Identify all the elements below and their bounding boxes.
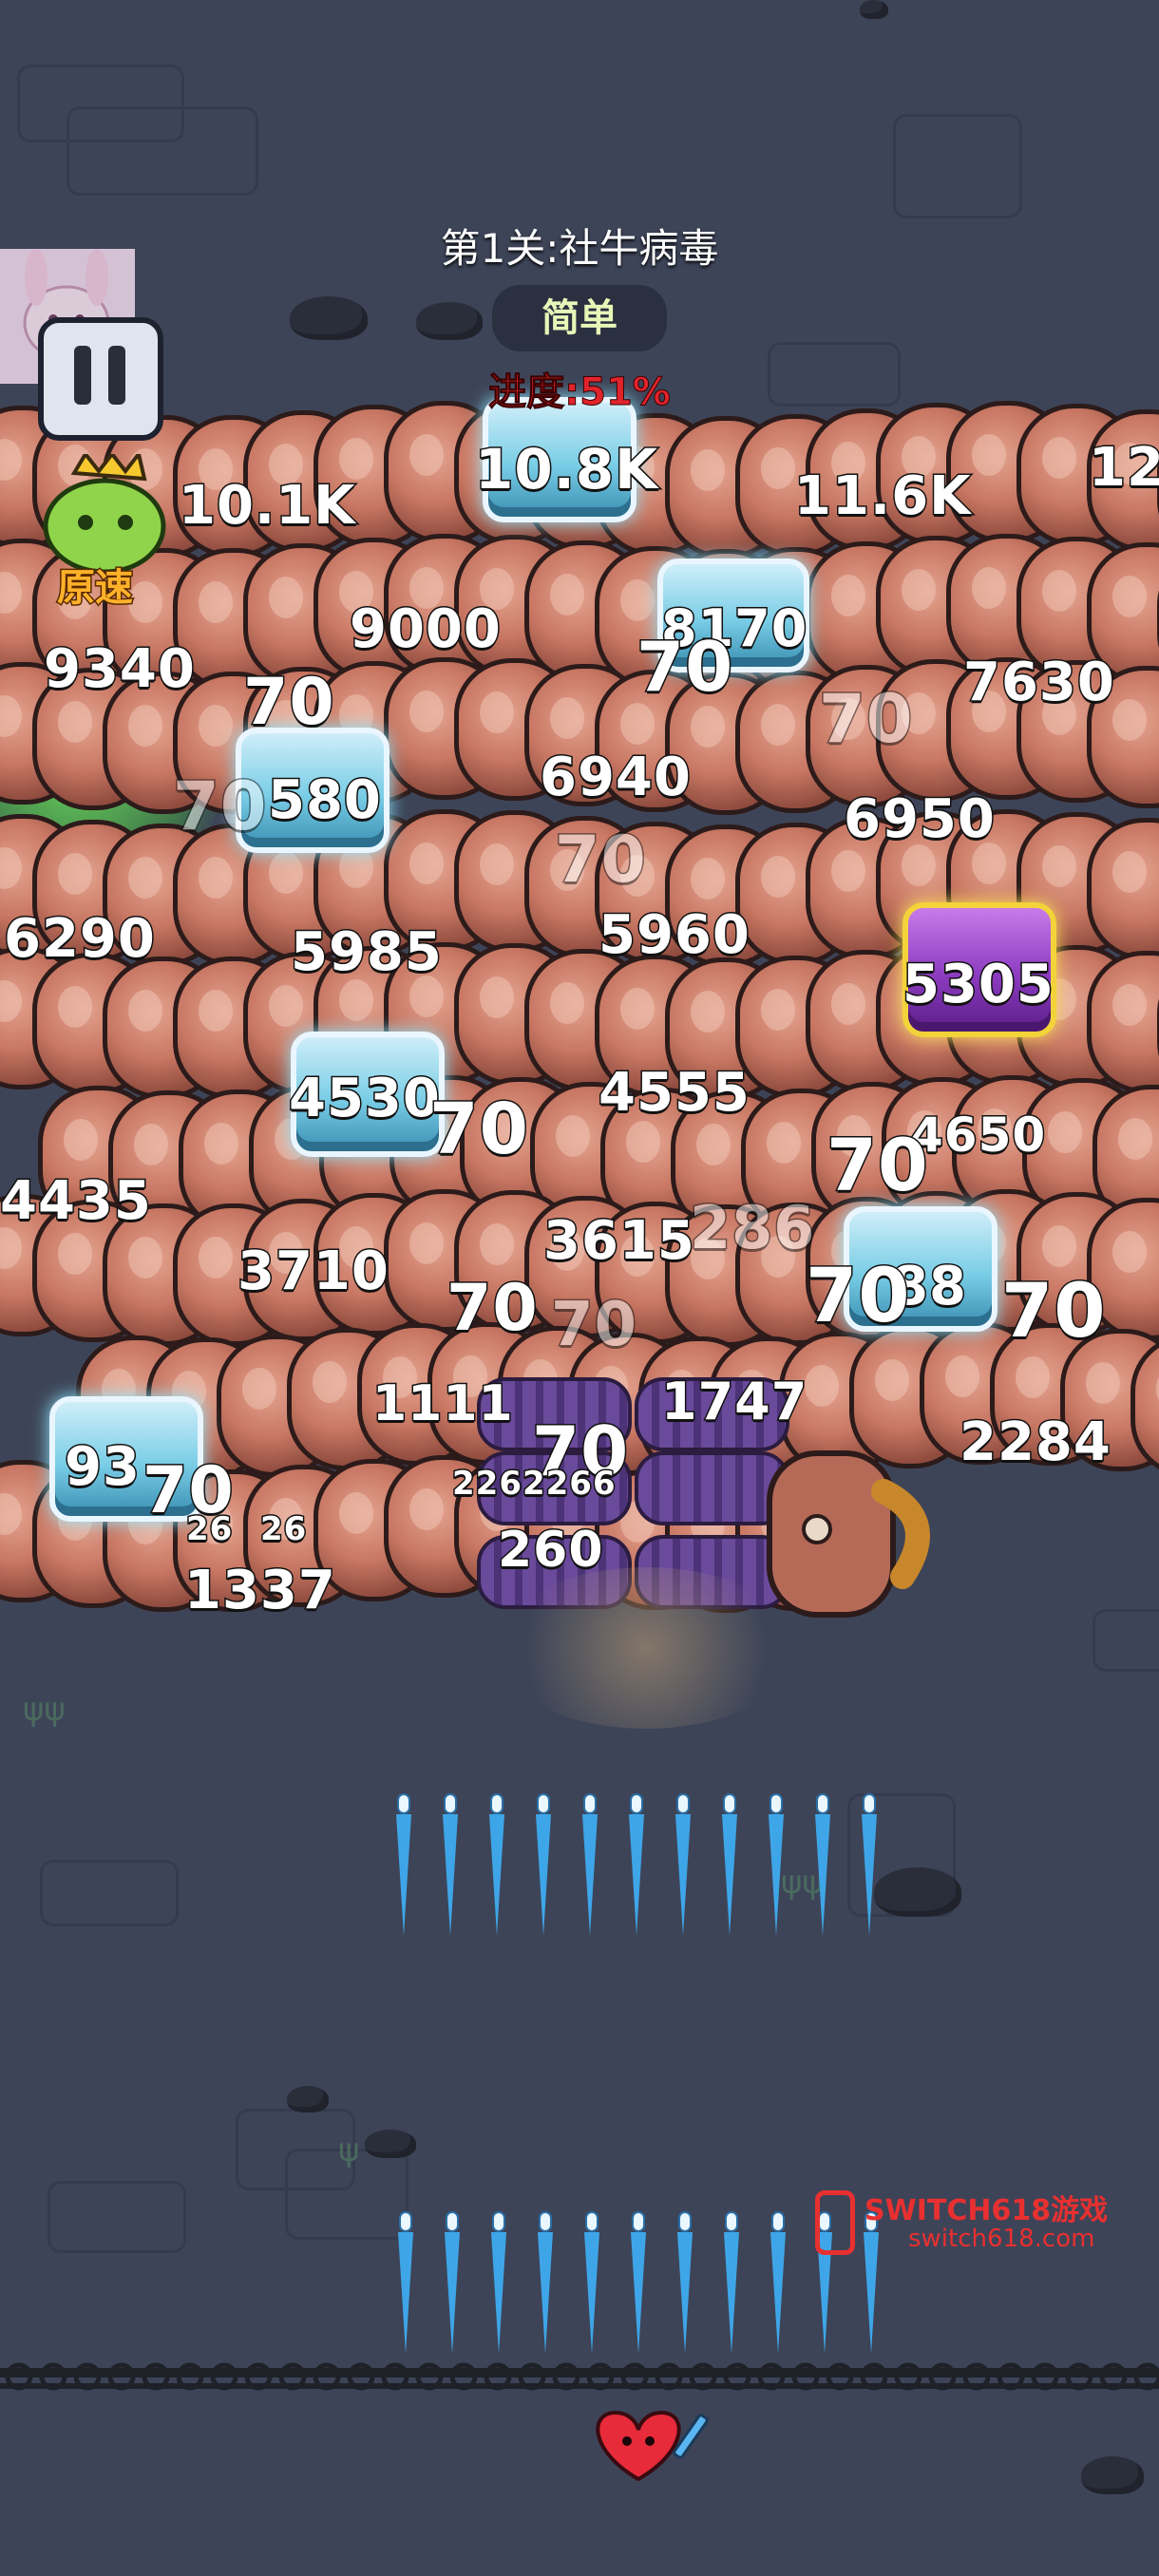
- rock-decoration: [874, 1867, 961, 1917]
- bullet-projectile: [628, 1793, 645, 1936]
- difficulty-badge: 简单: [492, 285, 667, 351]
- damage-number: 6940: [539, 746, 693, 810]
- damage-number: 70: [817, 679, 914, 760]
- damage-number: 6290: [3, 907, 157, 972]
- bullet-projectile: [581, 1793, 598, 1936]
- damage-number: 26: [258, 1509, 308, 1550]
- damage-number: 70: [805, 1253, 912, 1341]
- bullet-projectile: [630, 2211, 647, 2354]
- damage-number: 70: [446, 1270, 540, 1348]
- damage-number: 70: [171, 767, 268, 847]
- bullet-projectile: [674, 1793, 692, 1936]
- damage-number: 2284: [959, 1411, 1112, 1475]
- floor-tile: [66, 106, 258, 196]
- damage-number: 70: [554, 822, 648, 900]
- level-title: 第1关:社牛病毒: [440, 225, 719, 272]
- bullet-projectile: [395, 1793, 412, 1936]
- damage-number: 5305: [902, 953, 1055, 1017]
- progress-label: 进度:51%: [488, 370, 672, 415]
- difficulty-label: 简单: [542, 296, 618, 340]
- damage-number: 70: [1000, 1268, 1108, 1356]
- heart-player: [596, 2410, 709, 2482]
- damage-number: 70: [242, 664, 336, 742]
- barbed-wire-fence: [0, 2362, 1159, 2391]
- rock-decoration: [290, 296, 368, 340]
- damage-number: 2262266: [451, 1464, 618, 1505]
- bullet-projectile: [397, 2211, 414, 2354]
- damage-number: 260: [497, 1521, 605, 1581]
- switch-logo-icon: [815, 2190, 855, 2255]
- grass-decoration: ψ: [338, 2131, 360, 2169]
- damage-number: 26: [184, 1509, 234, 1550]
- rock-decoration: [860, 0, 888, 19]
- bullet-projectile: [723, 2211, 740, 2354]
- bullet-projectile: [488, 1793, 505, 1936]
- damage-number: 70: [428, 1088, 530, 1172]
- bullet-projectile: [721, 1793, 738, 1936]
- damage-number: 93: [64, 1435, 142, 1500]
- worm-head: [767, 1450, 930, 1618]
- damage-number: 12.: [1087, 436, 1159, 501]
- rock-decoration: [1081, 2456, 1144, 2494]
- damage-number: 286: [688, 1192, 816, 1264]
- bullet-projectile: [768, 1793, 785, 1936]
- damage-number: 10.1K: [178, 474, 357, 539]
- bullet-projectile: [814, 1793, 831, 1936]
- floor-tile: [1092, 1609, 1159, 1672]
- damage-number: 4555: [598, 1061, 751, 1126]
- floor-tile: [40, 1860, 179, 1926]
- damage-number: 9340: [43, 637, 197, 702]
- damage-number: 6950: [843, 787, 997, 852]
- damage-number: 70: [549, 1289, 638, 1362]
- watermark: SWITCH618游戏 switch618.com: [815, 2187, 1138, 2263]
- damage-number: 1111: [371, 1374, 515, 1434]
- watermark-url: switch618.com: [908, 2225, 1095, 2253]
- watermark-brand: SWITCH618游戏: [864, 2194, 1109, 2227]
- bullet-projectile: [535, 1793, 552, 1936]
- damage-number: 4435: [0, 1169, 152, 1234]
- bullet-projectile: [444, 2211, 461, 2354]
- rock-decoration: [365, 2130, 416, 2158]
- damage-number: 11.6K: [793, 464, 973, 529]
- bullet-projectile: [676, 2211, 694, 2354]
- floor-tile: [893, 114, 1022, 218]
- damage-number: 1747: [659, 1371, 808, 1433]
- game-screen: ψψ ψ ψψ 10.1K10.8K11.6K12.90009340708170…: [0, 0, 1159, 2576]
- damage-number: 70: [635, 626, 734, 709]
- dust-cloud: [494, 1567, 798, 1729]
- bullet-projectile: [861, 1793, 878, 1936]
- damage-number: 1337: [183, 1559, 337, 1623]
- rock-decoration: [287, 2086, 329, 2112]
- damage-number: 7630: [962, 651, 1116, 715]
- rock-decoration: [416, 302, 483, 340]
- bullet-projectile: [583, 2211, 600, 2354]
- grass-decoration: ψψ: [23, 1691, 66, 1729]
- damage-number: 3615: [542, 1209, 696, 1274]
- speed-toggle-button[interactable]: 原速: [36, 454, 169, 616]
- speed-label: 原速: [56, 565, 135, 612]
- floor-tile: [48, 2181, 186, 2253]
- damage-number: 5985: [290, 920, 444, 985]
- damage-number: 70: [826, 1122, 930, 1209]
- damage-number: 9000: [349, 597, 503, 662]
- damage-number: 5960: [598, 903, 751, 968]
- damage-number: 580: [267, 768, 383, 833]
- damage-number: 10.8K: [473, 436, 659, 503]
- bullet-projectile: [490, 2211, 507, 2354]
- bullet-projectile: [537, 2211, 554, 2354]
- damage-number: 3710: [237, 1240, 390, 1304]
- damage-number: 4530: [288, 1067, 442, 1131]
- damage-number: 4650: [908, 1107, 1047, 1165]
- bullet-projectile: [442, 1793, 459, 1936]
- bullet-projectile: [770, 2211, 787, 2354]
